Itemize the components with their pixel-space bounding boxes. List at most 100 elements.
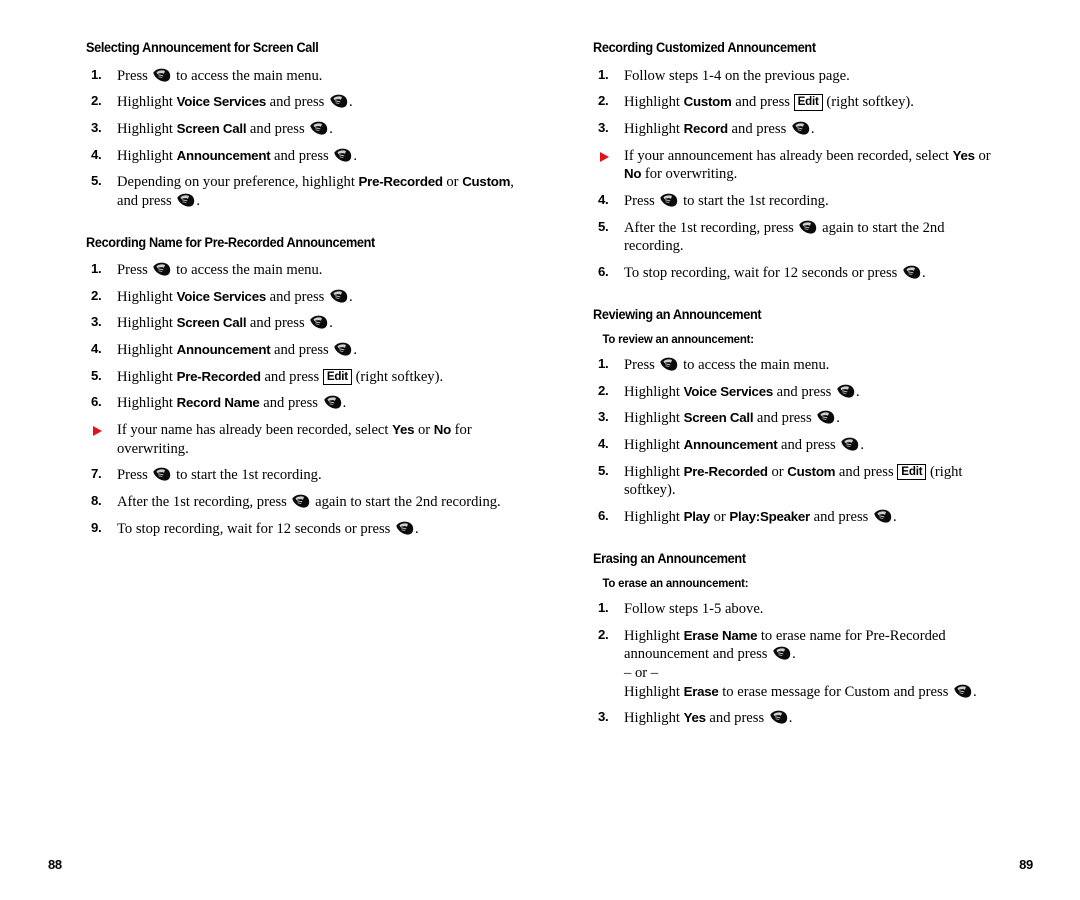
step-text: Depending on your preference, highlight … bbox=[117, 174, 514, 209]
step-text: Follow steps 1-5 above. bbox=[624, 600, 764, 617]
menu-item-name: Custom bbox=[787, 463, 836, 479]
page-number-right: 89 bbox=[1019, 857, 1033, 872]
step-number: 4. bbox=[91, 146, 102, 162]
menu-item-name: Erase Name bbox=[683, 627, 758, 643]
step-item: 7. Press to start the 1st recording. bbox=[86, 466, 516, 485]
step-item: 5. Depending on your preference, highligh… bbox=[86, 173, 516, 210]
step-number: 9. bbox=[91, 519, 102, 535]
step-number: 2. bbox=[598, 93, 609, 109]
step-text: If your name has already been recorded, … bbox=[117, 422, 472, 457]
ok-key-icon bbox=[323, 395, 342, 410]
ok-key-icon bbox=[769, 710, 788, 724]
step-item: 4. Highlight Announcement and press . bbox=[593, 436, 1005, 455]
sub-heading: To review an announcement: bbox=[602, 332, 755, 347]
step-text: Press to access the main menu. bbox=[624, 356, 830, 373]
step-number: 5. bbox=[598, 462, 609, 478]
step-text: To stop recording, wait for 12 seconds o… bbox=[624, 264, 926, 281]
step-item: 3. Highlight Screen Call and press . bbox=[593, 409, 1005, 428]
step-item: 4. Press to start the 1st recording. bbox=[593, 192, 1005, 211]
step-item: 5. Highlight Pre-Recorded or Custom and p… bbox=[593, 463, 1005, 500]
step-text: Highlight Voice Services and press . bbox=[117, 94, 353, 111]
step-text: Highlight Custom and press Edit (right s… bbox=[624, 94, 914, 111]
red-triangle-bullet-icon bbox=[93, 426, 102, 437]
ok-key-icon bbox=[840, 437, 859, 451]
step-item: 5. After the 1st recording, press again t… bbox=[593, 219, 1005, 256]
ok-key-icon bbox=[798, 220, 817, 234]
left-page-column: Selecting Announcement for Screen Call 1.… bbox=[86, 40, 516, 546]
menu-item-name: Record Name bbox=[176, 395, 260, 411]
step-item: 3. Highlight Yes and press . bbox=[593, 709, 1005, 728]
step-number: 4. bbox=[91, 341, 102, 357]
step-list: 1. Press to access the main menu. 2. Highli… bbox=[86, 261, 516, 538]
menu-item-name: No bbox=[624, 166, 642, 182]
menu-item-name: Announcement bbox=[683, 436, 778, 452]
menu-item-name: Pre-Recorded bbox=[176, 368, 261, 384]
ok-key-icon bbox=[333, 342, 352, 356]
step-text: Highlight Yes and press . bbox=[624, 710, 793, 727]
menu-item-name: Record bbox=[683, 120, 729, 136]
section-heading: Erasing an Announcement bbox=[593, 550, 746, 566]
red-triangle-bullet-icon bbox=[600, 151, 609, 162]
step-item: 2. Highlight Voice Services and press . bbox=[593, 383, 1005, 402]
step-text: Press to access the main menu. bbox=[117, 262, 323, 279]
step-text: Highlight Voice Services and press . bbox=[624, 383, 860, 400]
step-number: 1. bbox=[598, 599, 609, 615]
menu-item-name: Play bbox=[683, 508, 711, 524]
menu-item-name: Yes bbox=[392, 422, 415, 438]
step-number: 1. bbox=[91, 66, 102, 82]
menu-item-name: Custom bbox=[462, 174, 511, 190]
step-item: 1. Follow steps 1-5 above. bbox=[593, 600, 1005, 619]
step-number: 7. bbox=[91, 466, 102, 482]
softkey-label: Edit bbox=[793, 94, 823, 111]
step-text: If your announcement has already been re… bbox=[624, 147, 991, 183]
step-item: 1. Press to access the main menu. bbox=[86, 261, 516, 280]
menu-item-name: Screen Call bbox=[683, 410, 754, 426]
ok-key-icon bbox=[772, 646, 791, 660]
step-text: To stop recording, wait for 12 seconds o… bbox=[117, 520, 419, 537]
menu-item-name: Voice Services bbox=[683, 383, 774, 399]
menu-item-name: Yes bbox=[683, 710, 706, 726]
step-number: 3. bbox=[598, 709, 609, 725]
step-item: 2. Highlight Voice Services and press . bbox=[86, 288, 516, 307]
note-item: If your name has already been recorded, … bbox=[86, 421, 516, 458]
softkey-label: Edit bbox=[897, 463, 927, 481]
ok-key-icon bbox=[873, 509, 892, 523]
step-list: 1. Follow steps 1-4 on the previous page.… bbox=[593, 67, 1005, 283]
step-item: 1. Follow steps 1-4 on the previous page. bbox=[593, 67, 1005, 86]
menu-item-name: No bbox=[433, 422, 452, 438]
step-text: Highlight Play or Play:Speaker and press… bbox=[624, 508, 897, 525]
step-item: 5. Highlight Pre-Recorded and press Edit … bbox=[86, 368, 516, 387]
menu-item-name: Screen Call bbox=[176, 315, 247, 331]
step-number: 2. bbox=[91, 93, 102, 109]
ok-key-icon bbox=[176, 193, 195, 207]
menu-item-name: Pre-Recorded bbox=[358, 174, 443, 190]
step-list: 1. Follow steps 1-5 above. 2. Highlight Era… bbox=[593, 600, 1005, 728]
step-item: 2. Highlight Voice Services and press . bbox=[86, 93, 516, 112]
ok-key-icon bbox=[816, 410, 835, 424]
step-number: 3. bbox=[91, 119, 102, 135]
step-number: 5. bbox=[598, 218, 609, 234]
step-text: Highlight Screen Call and press . bbox=[624, 410, 840, 427]
right-page-column: Recording Customized Announcement 1. Follo… bbox=[593, 40, 1005, 736]
ok-key-icon bbox=[902, 265, 921, 279]
manual-page-spread: Selecting Announcement for Screen Call 1.… bbox=[0, 0, 1080, 900]
step-text: Highlight Record Name and press . bbox=[117, 395, 347, 412]
sub-heading: To erase an announcement: bbox=[602, 576, 749, 591]
step-text: Highlight Announcement and press . bbox=[117, 147, 358, 164]
step-text: Highlight Pre-Recorded and press Edit (r… bbox=[117, 368, 444, 386]
step-text: Highlight Screen Call and press . bbox=[117, 120, 333, 137]
menu-item-name: Play:Speaker bbox=[729, 508, 810, 524]
ok-key-icon bbox=[953, 684, 972, 698]
step-number: 6. bbox=[598, 507, 609, 523]
section-heading: Recording Name for Pre-Recorded Announce… bbox=[86, 234, 375, 250]
ok-key-icon bbox=[329, 289, 348, 303]
step-item: 3. Highlight Screen Call and press . bbox=[86, 314, 516, 333]
step-item: 1. Press to access the main menu. bbox=[593, 356, 1005, 375]
section-heading: Reviewing an Announcement bbox=[593, 306, 762, 322]
step-number: 2. bbox=[598, 382, 609, 398]
menu-item-name: Custom bbox=[683, 94, 732, 110]
step-text: Highlight Voice Services and press . bbox=[117, 288, 353, 305]
ok-key-icon bbox=[836, 384, 855, 398]
step-text: Press to access the main menu. bbox=[117, 67, 323, 84]
page-number-left: 88 bbox=[48, 857, 62, 872]
